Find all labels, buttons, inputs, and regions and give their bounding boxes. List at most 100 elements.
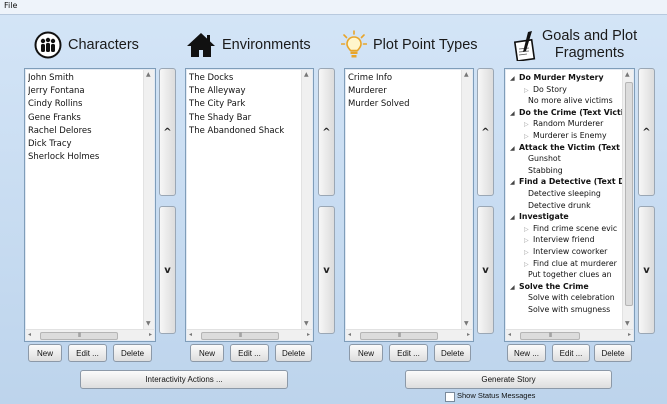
plot-fragment-tree-node[interactable]: Gunshot	[508, 153, 622, 165]
plot-fragment-tree-node[interactable]: ▷ Interview coworker	[508, 246, 622, 258]
plot-fragment-tree-node[interactable]: ▷ Random Murderer	[508, 118, 622, 130]
goals-edit-button[interactable]: Edit ...	[552, 344, 590, 362]
environments-edit-button[interactable]: Edit ...	[230, 344, 269, 362]
characters-edit-button[interactable]: Edit ...	[68, 344, 107, 362]
tree-node-label: Find clue at murderer	[533, 258, 617, 268]
environments-header: Environments	[186, 22, 311, 68]
environments-scroll-up-button[interactable]: ^	[318, 68, 335, 196]
plot-point-type-list-item[interactable]: Murder Solved	[348, 98, 461, 111]
tree-node-label: Find a Detective (Text D	[519, 177, 622, 187]
plot-point-types-list[interactable]: Crime Info Murderer Murder Solved ▲ ▼ ◂ III…	[344, 68, 474, 342]
goals-horizontal-scrollbar[interactable]: ◂ III ▸	[506, 329, 633, 340]
plot-fragment-tree-node[interactable]: Detective drunk	[508, 200, 622, 212]
menu-file[interactable]: File	[4, 1, 17, 10]
plot-fragment-tree-node[interactable]: ▷ Find crime scene evic	[508, 223, 622, 235]
plot-point-types-scroll-up-button[interactable]: ^	[477, 68, 494, 196]
pen-paper-icon	[514, 29, 538, 61]
plot-point-types-horizontal-scrollbar[interactable]: ◂ III ▸	[346, 329, 472, 340]
goals-title-line1: Goals and Plot	[542, 28, 638, 44]
plot-point-types-title: Plot Point Types	[373, 36, 478, 53]
characters-list[interactable]: John Smith Jerry Fontana Cindy Rollins Gene…	[24, 68, 156, 342]
goals-header: Goals and Plot Fragments	[514, 22, 637, 68]
goals-tree[interactable]: ◢ Do Murder Mystery ▷ Do Story No more alive…	[504, 68, 635, 342]
goals-new-button[interactable]: New ...	[507, 344, 546, 362]
tree-node-label: Solve with celebration	[528, 293, 615, 303]
character-list-item[interactable]: Cindy Rollins	[28, 98, 143, 111]
plot-fragment-tree-node[interactable]: Put together clues an	[508, 269, 622, 281]
environment-list-item[interactable]: The Alleyway	[189, 85, 301, 98]
plot-fragment-tree-node[interactable]: No more alive victims	[508, 95, 622, 107]
character-list-item[interactable]: Rachel Delores	[28, 125, 143, 138]
environment-list-item[interactable]: The Docks	[189, 72, 301, 85]
tree-node-label: Gunshot	[528, 154, 561, 164]
goals-scroll-up-button[interactable]: ^	[638, 68, 655, 196]
plot-fragment-tree-node[interactable]: ▷ Find clue at murderer	[508, 258, 622, 270]
characters-scroll-up-button[interactable]: ^	[159, 68, 176, 196]
tree-node-label: Detective sleeping	[528, 188, 601, 198]
tree-node-label: Investigate	[519, 212, 569, 222]
character-list-item[interactable]: John Smith	[28, 72, 143, 85]
environments-list[interactable]: The Docks The Alleyway The City Park The Sh…	[185, 68, 314, 342]
plot-fragment-tree-node[interactable]: Stabbing	[508, 165, 622, 177]
show-status-messages-label: Show Status Messages	[457, 391, 536, 400]
collapsed-toggle-icon[interactable]: ▷	[524, 131, 533, 143]
character-list-item[interactable]: Gene Franks	[28, 112, 143, 125]
plot-fragment-tree-node[interactable]: Solve with smugness	[508, 304, 622, 316]
goal-tree-node[interactable]: ◢ Do Murder Mystery	[508, 72, 622, 84]
environments-delete-button[interactable]: Delete	[275, 344, 312, 362]
character-list-item[interactable]: Dick Tracy	[28, 138, 143, 151]
expanded-toggle-icon[interactable]: ◢	[510, 212, 519, 224]
tree-node-label: Do the Crime (Text Victi	[519, 107, 622, 117]
goals-delete-button[interactable]: Delete	[594, 344, 632, 362]
plot-point-types-delete-button[interactable]: Delete	[434, 344, 471, 362]
tree-node-label: Solve with smugness	[528, 304, 611, 314]
environments-scroll-down-button[interactable]: v	[318, 206, 335, 334]
tree-node-label: Do Murder Mystery	[519, 73, 604, 82]
expanded-toggle-icon[interactable]: ◢	[510, 177, 519, 189]
environments-horizontal-scrollbar[interactable]: ◂ III ▸	[187, 329, 312, 340]
tree-node-label: Find crime scene evic	[533, 223, 618, 233]
collapsed-toggle-icon[interactable]: ▷	[524, 247, 533, 259]
environment-list-item[interactable]: The City Park	[189, 98, 301, 111]
characters-horizontal-scrollbar[interactable]: ◂ III ▸	[26, 329, 154, 340]
expanded-toggle-icon[interactable]: ◢	[510, 73, 519, 85]
environment-list-item[interactable]: The Abandoned Shack	[189, 125, 301, 138]
characters-new-button[interactable]: New	[28, 344, 62, 362]
goals-vertical-scrollbar[interactable]: ▲ ▼	[622, 70, 633, 329]
goals-scroll-down-button[interactable]: v	[638, 206, 655, 334]
generate-story-button[interactable]: Generate Story	[405, 370, 612, 389]
characters-delete-button[interactable]: Delete	[113, 344, 152, 362]
character-list-item[interactable]: Jerry Fontana	[28, 85, 143, 98]
interactivity-actions-button[interactable]: Interactivity Actions ...	[80, 370, 288, 389]
goal-tree-node[interactable]: ◢ Investigate	[508, 211, 622, 223]
expanded-toggle-icon[interactable]: ◢	[510, 108, 519, 120]
goal-tree-node[interactable]: ◢ Find a Detective (Text D	[508, 176, 622, 188]
goal-tree-node[interactable]: ◢ Do the Crime (Text Victi	[508, 107, 622, 119]
plot-point-types-new-button[interactable]: New	[349, 344, 383, 362]
environments-vertical-scrollbar[interactable]: ▲ ▼	[301, 70, 312, 329]
plot-fragment-tree-node[interactable]: ▷ Interview friend	[508, 234, 622, 246]
plot-fragment-tree-node[interactable]: ▷ Do Story	[508, 84, 622, 96]
tree-node-label: Solve the Crime	[519, 281, 589, 291]
lightbulb-icon	[341, 30, 367, 60]
plot-point-types-vertical-scrollbar[interactable]: ▲ ▼	[461, 70, 472, 329]
plot-point-type-list-item[interactable]: Crime Info	[348, 72, 461, 85]
plot-point-types-scroll-down-button[interactable]: v	[477, 206, 494, 334]
plot-point-type-list-item[interactable]: Murderer	[348, 85, 461, 98]
characters-header: Characters	[34, 22, 139, 68]
expanded-toggle-icon[interactable]: ◢	[510, 282, 519, 294]
expanded-toggle-icon[interactable]: ◢	[510, 143, 519, 155]
characters-scroll-down-button[interactable]: v	[159, 206, 176, 334]
plot-fragment-tree-node[interactable]: Detective sleeping	[508, 188, 622, 200]
plot-fragment-tree-node[interactable]: ▷ Murderer is Enemy	[508, 130, 622, 142]
environment-list-item[interactable]: The Shady Bar	[189, 112, 301, 125]
environments-new-button[interactable]: New	[190, 344, 224, 362]
characters-vertical-scrollbar[interactable]: ▲ ▼	[143, 70, 154, 329]
goal-tree-node[interactable]: ◢ Solve the Crime	[508, 281, 622, 293]
tree-node-label: No more alive victims	[528, 96, 613, 106]
character-list-item[interactable]: Sherlock Holmes	[28, 151, 143, 164]
plot-fragment-tree-node[interactable]: Solve with celebration	[508, 292, 622, 304]
goal-tree-node[interactable]: ◢ Attack the Victim (Text	[508, 142, 622, 154]
plot-point-types-edit-button[interactable]: Edit ...	[389, 344, 428, 362]
show-status-messages-checkbox[interactable]	[445, 392, 455, 402]
